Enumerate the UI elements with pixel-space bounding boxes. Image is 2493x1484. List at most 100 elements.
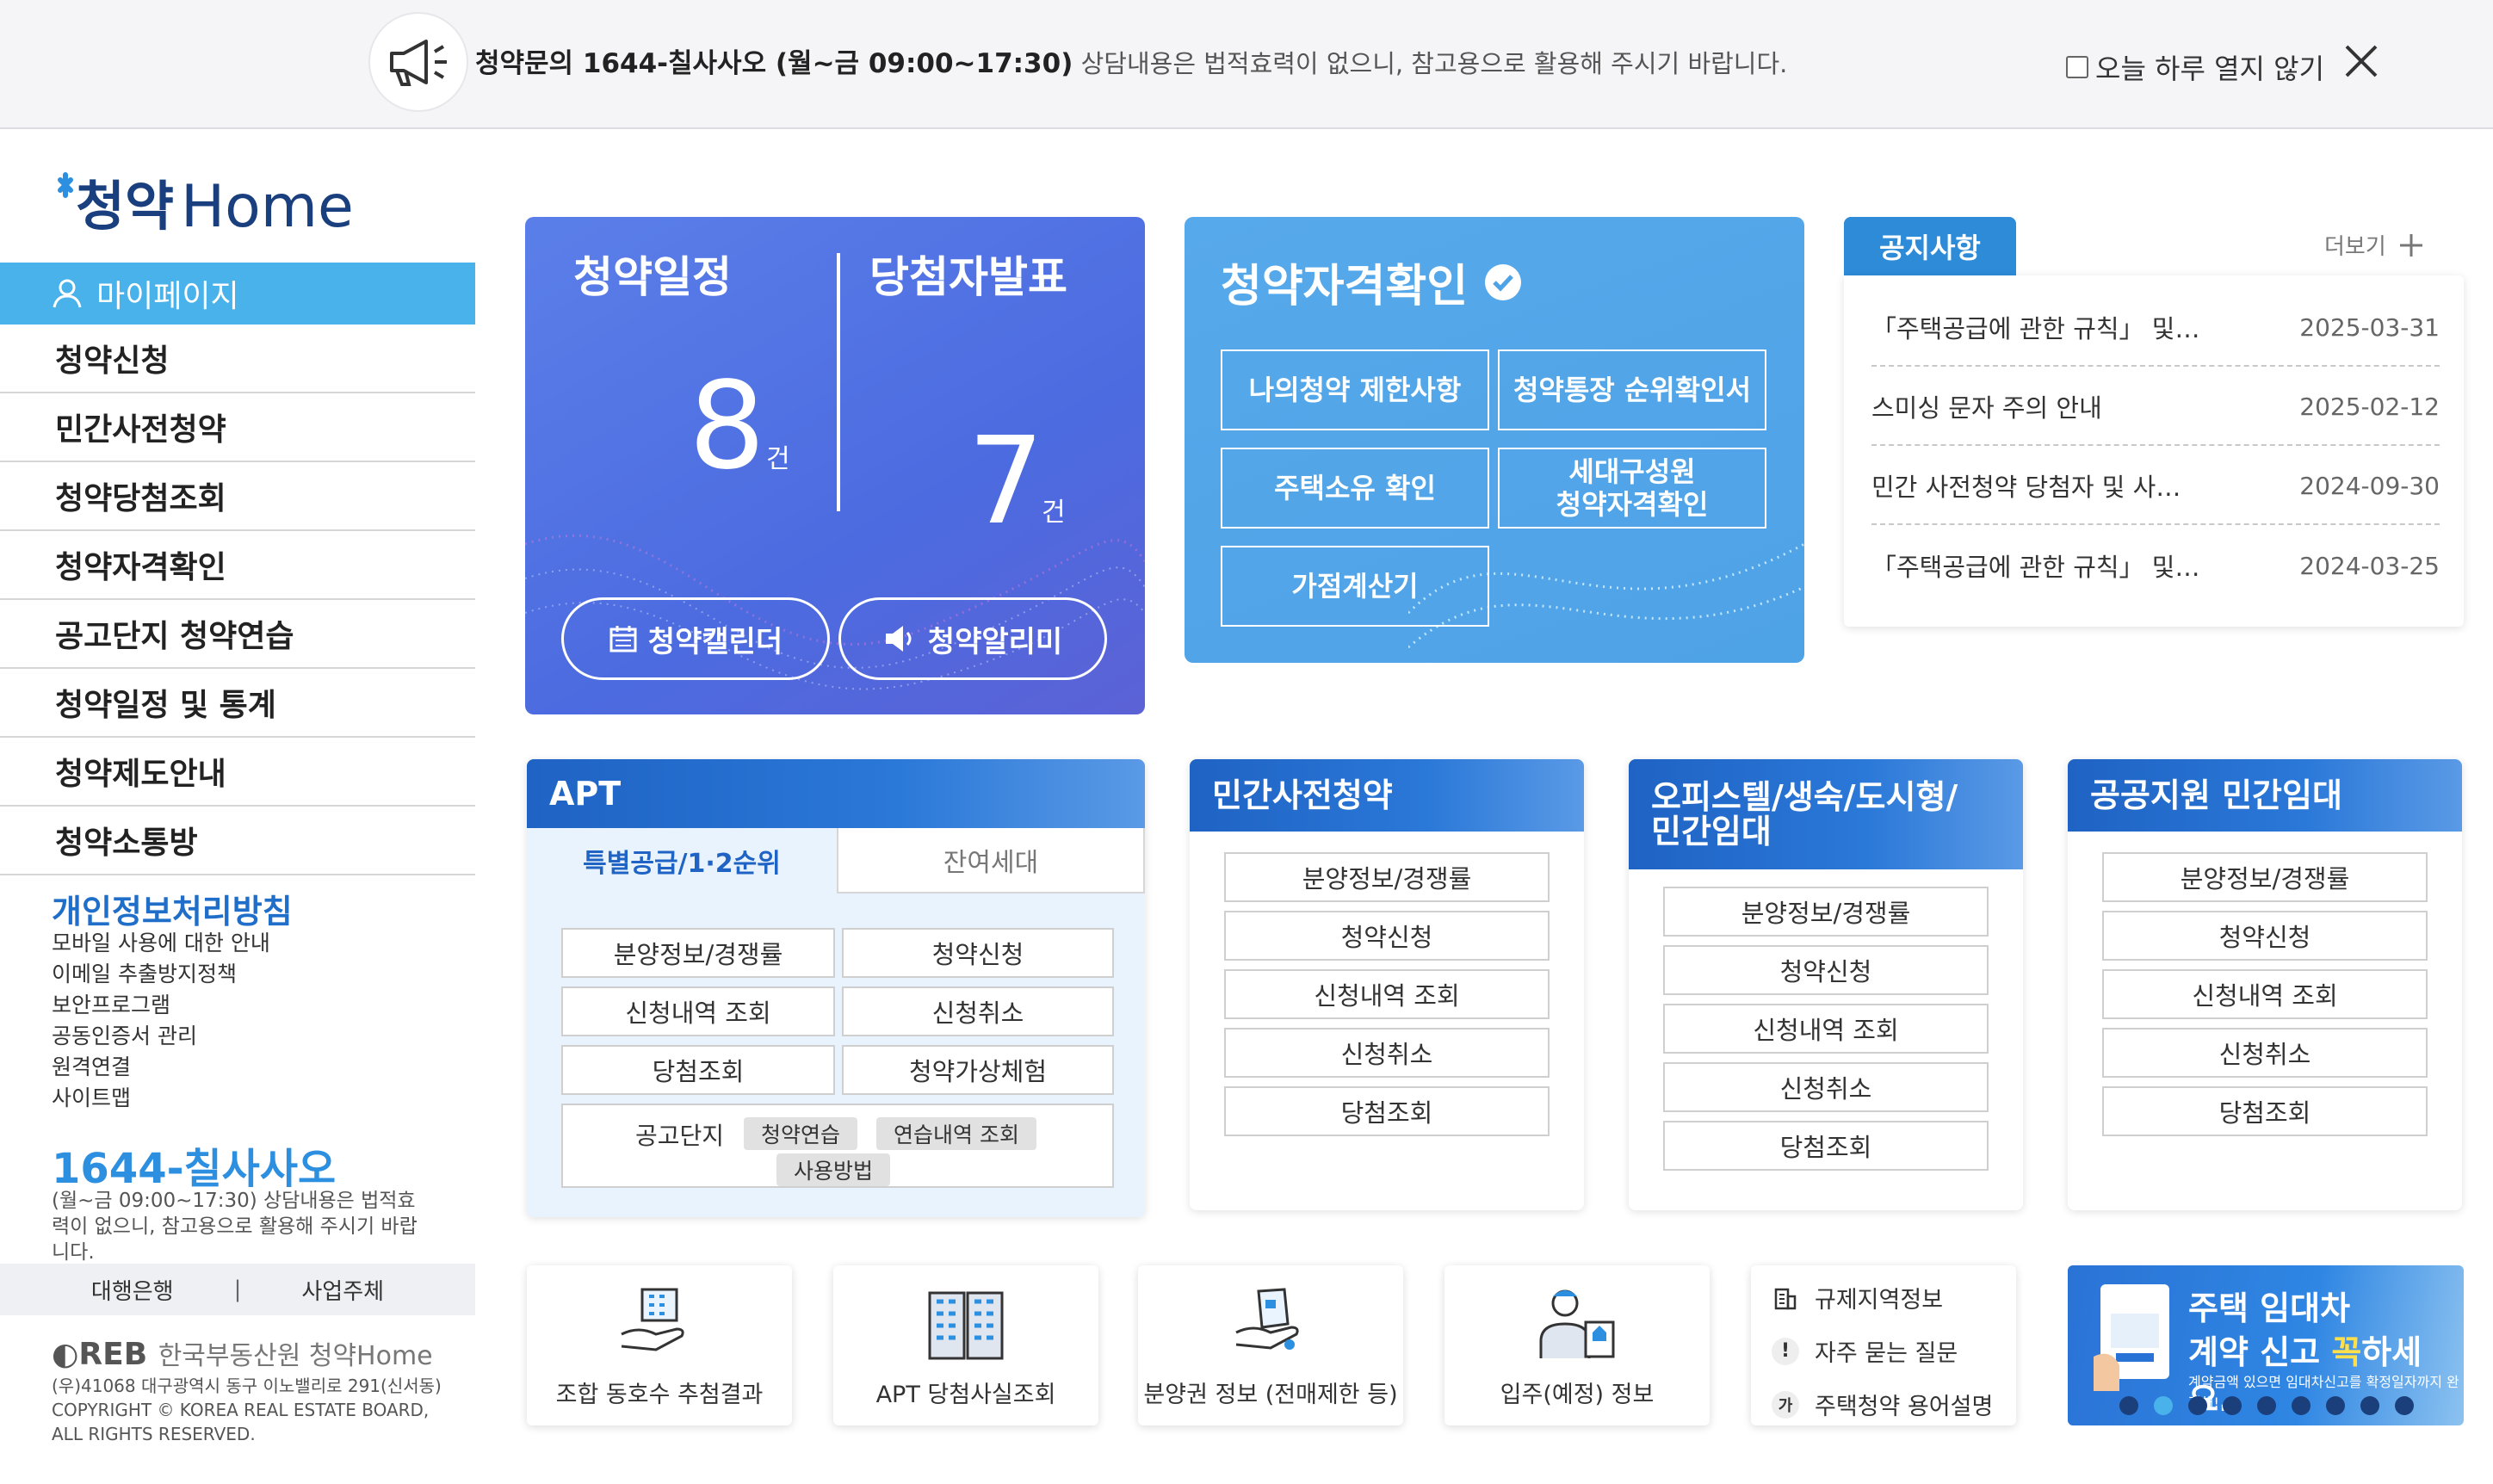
footer-link[interactable]: 원격연결 [52,1052,270,1083]
building-icon [1772,1284,1799,1312]
building-hand-icon [621,1288,684,1351]
close-icon[interactable] [2341,41,2381,81]
bank-link[interactable]: 대행은행 [91,1274,174,1306]
phone-number: 1644-칠사사오 [52,1145,337,1193]
pager-dot[interactable] [2223,1396,2242,1415]
quick-faq[interactable]: ! 자주 묻는 질문 [1772,1334,1958,1368]
household-qualification-button[interactable]: 세대구성원 청약자격확인 [1498,448,1766,529]
pager-dot[interactable] [2360,1396,2379,1415]
schedule-title[interactable]: 청약일정 [573,251,732,303]
banner-text: 계약 신고 [2188,1333,2332,1371]
pager-dot[interactable] [2188,1396,2207,1415]
footer-link[interactable]: 공동인증서 관리 [52,1021,270,1052]
sidebar-item-mypage[interactable]: 마이페이지 [0,263,475,325]
dont-show-today-checkbox[interactable]: 오늘 하루 열지 않기 [2066,47,2324,87]
apt-winner-button[interactable]: 당첨조회 [561,1045,835,1095]
officetel-history-button[interactable]: 신청내역 조회 [1663,1004,1989,1054]
apartment-icon [928,1291,1004,1360]
public-cancel-button[interactable]: 신청취소 [2102,1028,2428,1078]
apt-history-button[interactable]: 신청내역 조회 [561,986,835,1036]
private-history-button[interactable]: 신청내역 조회 [1224,969,1550,1019]
usage-chip[interactable]: 사용방법 [776,1153,891,1186]
notice-row[interactable]: 「주택공급에 관한 규칙」 및… 2024-03-25 [1871,527,2440,604]
footer-link[interactable]: 모바일 사용에 대한 안내 [52,928,270,959]
quick-union-lottery[interactable]: 조합 동호수 추첨결과 [527,1265,792,1425]
public-apply-button[interactable]: 청약신청 [2102,911,2428,961]
sidebar-item[interactable]: 청약당첨조회 [0,462,475,531]
checkbox-box[interactable] [2066,56,2088,78]
apt-simulation-button[interactable]: 청약가상체험 [842,1045,1114,1095]
private-sale-info-button[interactable]: 분양정보/경쟁률 [1224,852,1550,902]
more-label: 더보기 [2324,234,2386,260]
footer-link[interactable]: 이메일 추출방지정책 [52,959,270,990]
officetel-winner-button[interactable]: 당첨조회 [1663,1121,1989,1171]
sidebar-item[interactable]: 민간사전청약 [0,393,475,462]
logo[interactable]: 청약 Home [52,168,362,245]
apt-cancel-button[interactable]: 신청취소 [842,986,1114,1036]
pager-dot[interactable] [2326,1396,2345,1415]
winner-title[interactable]: 당첨자발표 [869,251,1093,303]
document-hand-icon [1235,1288,1299,1350]
quick-apt-winner-check[interactable]: APT 당첨사실조회 [833,1265,1098,1425]
notice-date: 2024-09-30 [2299,471,2440,500]
address-text: (우)41068 대구광역시 동구 이노밸리로 291(신서동) [52,1376,442,1396]
footer-link[interactable]: 보안프로그램 [52,990,270,1021]
copyright-text: COPYRIGHT © KOREA REAL ESTATE BOARD, ALL… [52,1400,430,1444]
qualification-title[interactable]: 청약자격확인 [1221,250,1523,314]
apt-sale-info-button[interactable]: 분양정보/경쟁률 [561,928,835,978]
pager-dot-active[interactable] [2154,1396,2173,1415]
bankbook-rank-button[interactable]: 청약통장 순위확인서 [1498,349,1766,430]
practice-chip[interactable]: 청약연습 [744,1117,858,1150]
banner-emphasis: 꼭 [2331,1333,2362,1371]
winner-count[interactable]: 7 [968,411,1044,552]
sidebar-item[interactable]: 청약제도안내 [0,738,475,807]
sidebar-item[interactable]: 청약자격확인 [0,531,475,600]
tab-special-supply[interactable]: 특별공급/1·2순위 [527,828,837,893]
my-restriction-button[interactable]: 나의청약 제한사항 [1221,349,1489,430]
sidebar-item[interactable]: 청약신청 [0,325,475,393]
sidebar-item[interactable]: 청약일정 및 통계 [0,669,475,738]
sidebar-item[interactable]: 청약소통방 [0,807,475,875]
notice-row[interactable]: 「주택공급에 관한 규칙」 및… 2025-03-31 [1871,289,2440,367]
private-apply-button[interactable]: 청약신청 [1224,911,1550,961]
public-sale-info-button[interactable]: 분양정보/경쟁률 [2102,852,2428,902]
house-ownership-button[interactable]: 주택소유 확인 [1221,448,1489,529]
officetel-sale-info-button[interactable]: 분양정보/경쟁률 [1663,887,1989,937]
sidebar-item[interactable]: 공고단지 청약연습 [0,600,475,669]
quick-regulated-area[interactable]: 규제지역정보 [1772,1281,1943,1314]
notice-row[interactable]: 스미싱 문자 주의 안내 2025-02-12 [1871,368,2440,446]
lease-report-banner[interactable]: 주택 임대차 계약 신고 꼭하세요. 계약금액 있으면 임대차신고를 확정일자까… [2068,1265,2464,1425]
officetel-cancel-button[interactable]: 신청취소 [1663,1062,1989,1112]
public-winner-button[interactable]: 당첨조회 [2102,1086,2428,1136]
privacy-policy-link[interactable]: 개인정보처리방침 [52,885,293,932]
notice-row[interactable]: 민간 사전청약 당첨자 및 사… 2024-09-30 [1871,448,2440,525]
notice-tab[interactable]: 공지사항 [1844,217,2016,275]
quick-move-in-info[interactable]: 입주(예정) 정보 [1444,1265,1710,1425]
public-history-button[interactable]: 신청내역 조회 [2102,969,2428,1019]
practice-history-chip[interactable]: 연습내역 조회 [876,1117,1036,1150]
pager-dot[interactable] [2257,1396,2276,1415]
officetel-apply-button[interactable]: 청약신청 [1663,945,1989,995]
point-calculator-button[interactable]: 가점계산기 [1221,546,1489,627]
bank-bar: 대행은행 | 사업주체 [0,1264,475,1315]
footer-link[interactable]: 사이트맵 [52,1083,270,1114]
apt-apply-button[interactable]: 청약신청 [842,928,1114,978]
public-rental-header: 공공지원 민간임대 [2068,759,2462,832]
tab-remaining[interactable]: 잔여세대 [837,828,1145,893]
top-notice-bar: 청약문의 1644-칠사사오 (월~금 09:00~17:30) 상담내용은 법… [0,0,2493,129]
private-cancel-button[interactable]: 신청취소 [1224,1028,1550,1078]
quick-glossary[interactable]: 가 주택청약 용어설명 [1772,1388,1993,1421]
private-winner-button[interactable]: 당첨조회 [1224,1086,1550,1136]
public-rental-title: 공공지원 민간임대 [2090,776,2342,814]
calendar-button[interactable]: 청약캘린더 [561,597,830,680]
more-link[interactable]: 더보기 [2324,229,2424,261]
officetel-header: 오피스텔/생숙/도시형/ 민간임대 [1629,759,2023,869]
pager-dot[interactable] [2292,1396,2311,1415]
pager-dot[interactable] [2395,1396,2414,1415]
pager-dot[interactable] [2119,1396,2138,1415]
business-link[interactable]: 사업주체 [301,1274,384,1306]
alarm-button[interactable]: 청약알리미 [838,597,1107,680]
complex-label: 공고단지 [635,1122,725,1150]
quick-presale-rights[interactable]: 분양권 정보 (전매제한 등) [1138,1265,1403,1425]
schedule-count[interactable]: 8 [689,356,765,497]
